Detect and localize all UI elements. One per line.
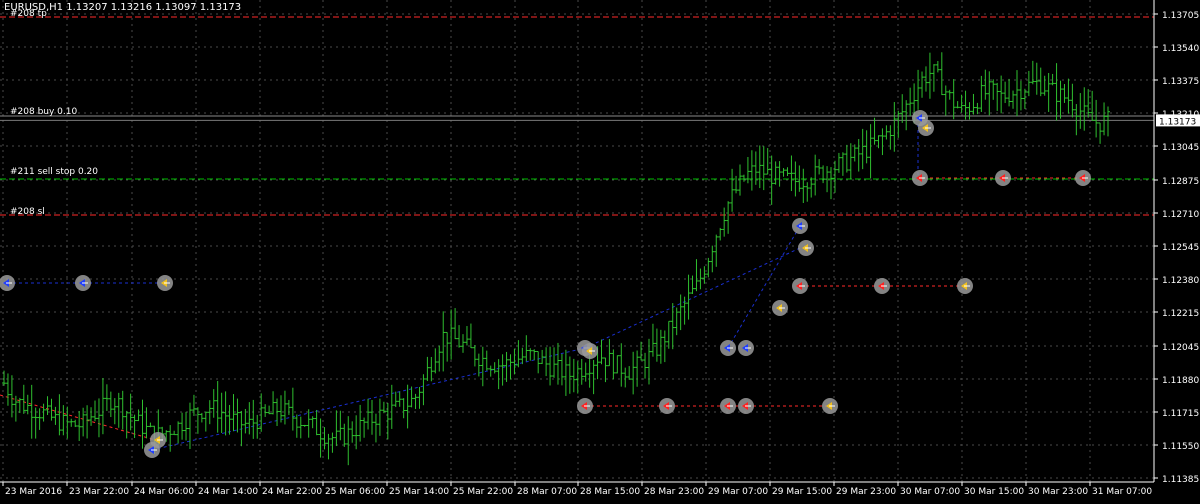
y-tick-label: 1.12215 bbox=[1162, 309, 1199, 319]
chart-canvas[interactable]: 1.137051.135401.133751.132101.130451.128… bbox=[0, 0, 1200, 500]
tp-level-label: #208 tp bbox=[10, 9, 47, 19]
y-tick-label: 1.13045 bbox=[1162, 143, 1199, 153]
y-tick-label: 1.11550 bbox=[1162, 442, 1199, 452]
y-tick-label: 1.11715 bbox=[1162, 409, 1199, 419]
y-tick-label: 1.11880 bbox=[1162, 376, 1199, 386]
price-box-text: 1.13173 bbox=[1159, 117, 1196, 127]
y-tick-label: 1.12380 bbox=[1162, 276, 1199, 286]
sl-level-label: #208 sl bbox=[10, 207, 45, 217]
y-tick-label: 1.11385 bbox=[1162, 475, 1199, 485]
y-tick-label: 1.13540 bbox=[1162, 44, 1199, 54]
x-tick-label: 29 Mar 23:00 bbox=[836, 487, 896, 497]
price-chart[interactable]: 1.137051.135401.133751.132101.130451.128… bbox=[0, 0, 1200, 500]
x-tick-label: 24 Mar 22:00 bbox=[262, 487, 322, 497]
ohlc-values: 1.13207 1.13216 1.13097 1.13173 bbox=[66, 2, 242, 13]
sell-stop-level-label: #211 sell stop 0.20 bbox=[10, 167, 99, 177]
x-tick-label: 25 Mar 14:00 bbox=[389, 487, 449, 497]
x-tick-label: 24 Mar 06:00 bbox=[134, 487, 194, 497]
current-price-label: 1.13173 bbox=[1156, 114, 1200, 127]
chart-background bbox=[0, 0, 1200, 500]
x-tick-label: 25 Mar 22:00 bbox=[453, 487, 513, 497]
x-tick-label: 28 Mar 15:00 bbox=[580, 487, 640, 497]
buy-level-label: #208 buy 0.10 bbox=[10, 107, 78, 117]
x-tick-label: 30 Mar 23:00 bbox=[1028, 487, 1088, 497]
y-tick-label: 1.12875 bbox=[1162, 177, 1199, 187]
x-tick-label: 30 Mar 15:00 bbox=[964, 487, 1024, 497]
x-tick-label: 24 Mar 14:00 bbox=[198, 487, 258, 497]
y-tick-label: 1.13375 bbox=[1162, 77, 1199, 87]
y-tick-label: 1.12045 bbox=[1162, 343, 1199, 353]
x-tick-label: 23 Mar 2016 bbox=[5, 487, 62, 497]
x-tick-label: 29 Mar 15:00 bbox=[772, 487, 832, 497]
x-tick-label: 28 Mar 23:00 bbox=[644, 487, 704, 497]
x-tick-label: 25 Mar 06:00 bbox=[325, 487, 385, 497]
x-tick-label: 29 Mar 07:00 bbox=[708, 487, 768, 497]
x-tick-label: 28 Mar 07:00 bbox=[517, 487, 577, 497]
y-tick-label: 1.12710 bbox=[1162, 210, 1199, 220]
x-tick-label: 23 Mar 22:00 bbox=[69, 487, 129, 497]
x-tick-label: 30 Mar 07:00 bbox=[900, 487, 960, 497]
x-tick-label: 31 Mar 07:00 bbox=[1092, 487, 1152, 497]
y-tick-label: 1.12545 bbox=[1162, 243, 1199, 253]
y-tick-label: 1.13705 bbox=[1162, 11, 1199, 21]
